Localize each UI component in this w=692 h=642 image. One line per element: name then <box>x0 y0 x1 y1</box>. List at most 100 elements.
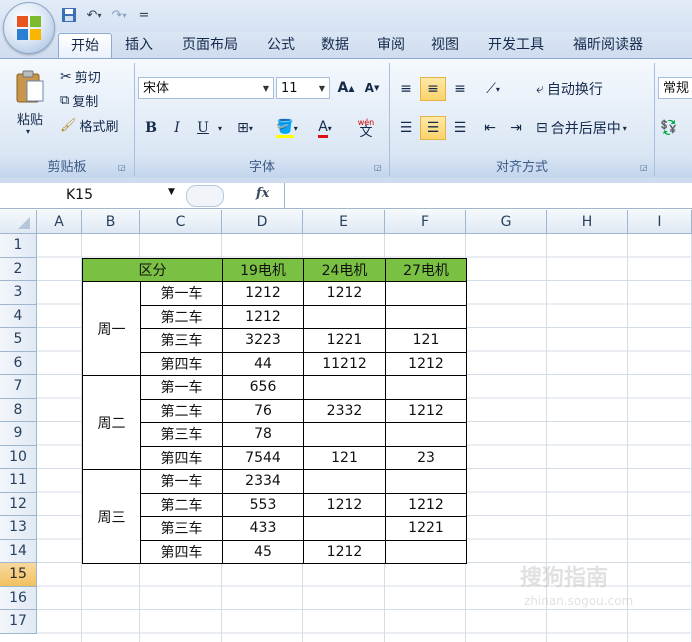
row-header-17[interactable]: 17 <box>0 610 37 634</box>
row-header-12[interactable]: 12 <box>0 492 37 516</box>
orientation-button[interactable]: ⟋ ▾ <box>476 77 510 101</box>
value-cell-e[interactable]: 121 <box>303 445 386 470</box>
tab-data[interactable]: 数据 <box>312 33 358 58</box>
row-header-3[interactable]: 3 <box>0 281 37 305</box>
car-cell[interactable]: 第一车 <box>140 281 223 306</box>
value-cell-e[interactable]: 1212 <box>303 539 386 564</box>
tab-page-layout[interactable]: 页面布局 <box>172 33 248 58</box>
merge-center-button[interactable]: ⊟ 合并后居中 ▾ <box>536 116 650 140</box>
bold-button[interactable]: B <box>140 116 162 140</box>
group-label-cell[interactable]: 周一 <box>82 281 141 376</box>
formula-bar-handle[interactable] <box>186 185 224 207</box>
value-cell-e[interactable]: 1212 <box>303 492 386 517</box>
value-cell-f[interactable] <box>385 422 467 447</box>
value-cell-f[interactable] <box>385 304 467 329</box>
header-section-cell[interactable]: 区分 <box>82 257 223 282</box>
car-cell[interactable]: 第二车 <box>140 398 223 423</box>
font-launcher-icon[interactable]: ◲ <box>374 163 383 172</box>
align-left-button[interactable]: ☰ <box>394 116 418 140</box>
column-header-h[interactable]: H <box>547 210 628 234</box>
header-col-e-cell[interactable]: 24电机 <box>303 257 386 282</box>
copy-button[interactable]: ⧉ 复制 <box>60 91 98 110</box>
value-cell-f[interactable]: 23 <box>385 445 467 470</box>
row-header-2[interactable]: 2 <box>0 257 37 281</box>
align-top-button[interactable]: ≡ <box>394 77 418 101</box>
column-header-b[interactable]: B <box>82 210 140 234</box>
paste-button[interactable]: 粘贴 <box>12 109 48 128</box>
customize-qat-icon[interactable]: = <box>133 5 155 25</box>
name-box[interactable]: K15 <box>2 185 184 205</box>
chevron-down-icon[interactable]: ▾ <box>214 116 226 140</box>
cut-button[interactable]: ✂ 剪切 <box>60 67 101 87</box>
font-name-select[interactable]: 宋体 ▼ <box>138 77 274 99</box>
value-cell-d[interactable]: 433 <box>222 516 304 541</box>
value-cell-d[interactable]: 44 <box>222 351 304 376</box>
value-cell-d[interactable]: 1212 <box>222 281 304 306</box>
value-cell-d[interactable]: 78 <box>222 422 304 447</box>
value-cell-d[interactable]: 2334 <box>222 469 304 494</box>
row-header-14[interactable]: 14 <box>0 539 37 563</box>
paste-dropdown-icon[interactable]: ▾ <box>26 127 30 136</box>
column-header-f[interactable]: F <box>385 210 466 234</box>
car-cell[interactable]: 第三车 <box>140 328 223 353</box>
value-cell-d[interactable]: 3223 <box>222 328 304 353</box>
value-cell-e[interactable]: 1212 <box>303 281 386 306</box>
grow-font-button[interactable]: A ▲ <box>334 76 358 100</box>
value-cell-e[interactable]: 2332 <box>303 398 386 423</box>
select-all-corner[interactable] <box>0 210 37 234</box>
number-format-select[interactable]: 常规 <box>658 77 692 99</box>
row-header-11[interactable]: 11 <box>0 469 37 493</box>
value-cell-d[interactable]: 45 <box>222 539 304 564</box>
formula-input[interactable] <box>286 185 690 205</box>
value-cell-e[interactable]: 1221 <box>303 328 386 353</box>
car-cell[interactable]: 第二车 <box>140 492 223 517</box>
row-header-7[interactable]: 7 <box>0 375 37 399</box>
column-header-c[interactable]: C <box>140 210 222 234</box>
car-cell[interactable]: 第四车 <box>140 351 223 376</box>
increase-indent-button[interactable]: ⇥ <box>504 116 528 140</box>
row-header-16[interactable]: 16 <box>0 586 37 610</box>
decrease-indent-button[interactable]: ⇤ <box>478 116 502 140</box>
value-cell-d[interactable]: 7544 <box>222 445 304 470</box>
align-bottom-button[interactable]: ≡ <box>448 77 472 101</box>
value-cell-f[interactable] <box>385 281 467 306</box>
value-cell-d[interactable]: 553 <box>222 492 304 517</box>
worksheet-grid[interactable]: ABCDEFGHI 1 2 3 4 5 6 7 8 9 10 11 12 13 14 15 16 17 区分 19… <box>0 210 692 642</box>
value-cell-e[interactable] <box>303 375 386 400</box>
value-cell-e[interactable] <box>303 469 386 494</box>
font-color-button[interactable]: A ▾ <box>308 116 342 140</box>
row-header-10[interactable]: 10 <box>0 445 37 469</box>
phonetic-guide-button[interactable]: wén 文 <box>346 116 386 140</box>
value-cell-e[interactable] <box>303 516 386 541</box>
align-middle-button[interactable]: ≡ <box>420 77 446 101</box>
value-cell-f[interactable]: 1221 <box>385 516 467 541</box>
value-cell-e[interactable] <box>303 304 386 329</box>
value-cell-e[interactable] <box>303 422 386 447</box>
row-header-9[interactable]: 9 <box>0 422 37 446</box>
tab-foxit-reader[interactable]: 福昕阅读器 <box>562 33 654 58</box>
value-cell-f[interactable]: 1212 <box>385 398 467 423</box>
car-cell[interactable]: 第四车 <box>140 445 223 470</box>
tab-view[interactable]: 视图 <box>422 33 468 58</box>
column-header-a[interactable]: A <box>37 210 82 234</box>
borders-button[interactable]: ⊞ ▾ <box>230 116 260 140</box>
row-header-5[interactable]: 5 <box>0 328 37 352</box>
row-header-4[interactable]: 4 <box>0 304 37 328</box>
column-header-e[interactable]: E <box>303 210 385 234</box>
redo-icon[interactable]: ↷ ▾ <box>108 5 130 25</box>
value-cell-f[interactable]: 1212 <box>385 351 467 376</box>
value-cell-f[interactable] <box>385 375 467 400</box>
group-label-cell[interactable]: 周三 <box>82 469 141 564</box>
tab-formulas[interactable]: 公式 <box>258 33 304 58</box>
car-cell[interactable]: 第三车 <box>140 516 223 541</box>
group-label-cell[interactable]: 周二 <box>82 375 141 470</box>
tab-home[interactable]: 开始 <box>58 33 112 59</box>
row-header-13[interactable]: 13 <box>0 516 37 540</box>
accounting-format-button[interactable]: 💱 <box>660 116 692 140</box>
tab-developer[interactable]: 开发工具 <box>478 33 554 58</box>
save-icon[interactable] <box>58 5 80 25</box>
value-cell-f[interactable] <box>385 469 467 494</box>
office-button[interactable] <box>3 2 55 54</box>
column-header-d[interactable]: D <box>222 210 303 234</box>
value-cell-e[interactable]: 11212 <box>303 351 386 376</box>
